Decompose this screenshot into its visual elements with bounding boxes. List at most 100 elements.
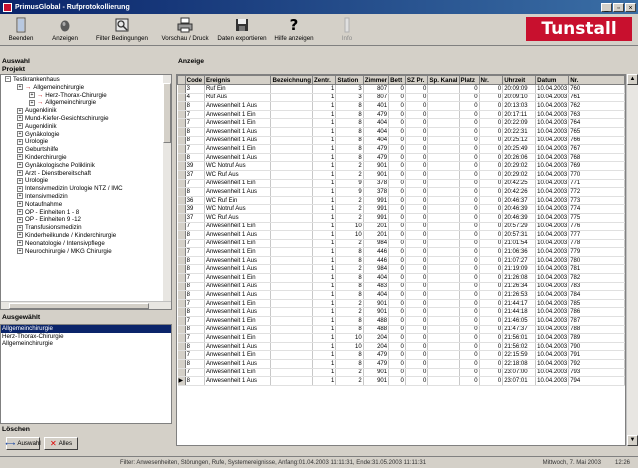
tree-item[interactable]: + Kinderheilkunde / Kinderchirurgie	[1, 232, 171, 240]
row-selector[interactable]	[177, 170, 186, 180]
row-selector[interactable]	[177, 179, 186, 189]
table-row[interactable]: 8 Anwesenheit 1 Aus 1 8 479 0 0 0 0 20:26:06 10.04…	[177, 153, 625, 163]
column-header[interactable]: Datum	[535, 75, 570, 85]
table-row[interactable]: 8 Anwesenheit 1 Aus 1 8 404 0 0 0 0 20:25:12 10.04…	[177, 136, 625, 146]
maximize-button[interactable]: ▫	[613, 2, 624, 12]
table-row[interactable]: 36 WC Ruf Ein 1 2 991 0 0 0 0 20:46:37 10.04.2003 7…	[177, 196, 625, 206]
table-row[interactable]: 7 Anwesenheit 1 Ein 1 2 901 0 0 0 0 23:07:00 10.04…	[177, 368, 625, 378]
column-header[interactable]: Ereignis	[203, 75, 272, 85]
selected-item[interactable]: Herz-Thorax-Chirurgie	[1, 333, 171, 341]
tree-item[interactable]: + Arzt - Dienstbereitschaft	[1, 170, 171, 178]
table-row[interactable]: 39 WC Notruf Aus 1 2 991 0 0 0 0 20:46:39 10.04.20…	[177, 204, 625, 214]
expand-icon[interactable]: +	[17, 224, 23, 231]
help-button[interactable]: ? Hilfe anzeigen	[270, 14, 318, 46]
row-selector[interactable]	[177, 213, 186, 223]
row-selector[interactable]	[177, 247, 186, 257]
table-vertical-scrollbar[interactable]: ▲ ▼	[626, 74, 638, 446]
tree-item[interactable]: + Gynäkologie	[1, 131, 171, 139]
tree-item[interactable]: + Transfusionsmedizin	[1, 224, 171, 232]
expand-icon[interactable]: +	[17, 146, 23, 153]
table-row[interactable]: 7 Anwesenheit 1 Ein 1 8 446 0 0 0 0 21:06:36 10.04…	[177, 247, 625, 257]
row-selector[interactable]	[177, 239, 186, 249]
expand-icon[interactable]: +	[17, 193, 23, 200]
selected-item[interactable]: Allgemeinchirurgie	[1, 325, 171, 333]
row-selector[interactable]	[177, 359, 186, 369]
scroll-down-icon[interactable]: ▼	[627, 435, 638, 446]
tree-item[interactable]: + Intensivmedizin	[1, 193, 171, 201]
table-row[interactable]: ▶ 8 Anwesenheit 1 Aus 1 2 901 0 0 0 0 23:07:01 10.0…	[177, 376, 625, 386]
row-selector[interactable]	[177, 110, 186, 120]
delete-all-button[interactable]: ✕ Alles	[44, 437, 78, 450]
row-selector[interactable]	[177, 144, 186, 154]
expand-icon[interactable]: +	[17, 162, 23, 169]
row-selector[interactable]	[177, 342, 186, 352]
expand-icon[interactable]: +	[17, 247, 23, 254]
column-header[interactable]: Sp. Kanal	[427, 75, 460, 85]
table-row[interactable]: 8 Anwesenheit 1 Aus 1 2 984 0 0 0 0 21:19:09 10.04…	[177, 264, 625, 275]
filter-button[interactable]: Filter Bedingungen	[88, 14, 156, 46]
row-selector[interactable]	[177, 316, 186, 326]
row-selector[interactable]	[177, 264, 186, 275]
expand-icon[interactable]: +	[17, 177, 23, 184]
column-header[interactable]: Uhrzeit	[502, 75, 537, 85]
table-row[interactable]: 7 Anwesenheit 1 Ein 1 10 201 0 0 0 0 20:57:29 10.0…	[177, 222, 625, 232]
exit-button[interactable]: Beenden	[0, 14, 42, 46]
tree-item[interactable]: + Gynäkologische Poliklinik	[1, 162, 171, 170]
expand-icon[interactable]: +	[17, 216, 23, 223]
selected-item[interactable]: Allgemeinchirurgie	[1, 340, 171, 348]
expand-icon[interactable]: +	[17, 240, 23, 247]
table-row[interactable]: 8 Anwesenheit 1 Aus 1 8 446 0 0 0 0 21:07:27 10.04…	[177, 256, 625, 266]
tree-item[interactable]: + → Allgemeinchirurgie	[1, 99, 171, 107]
view-button[interactable]: Anzeigen	[42, 14, 88, 46]
tree-item[interactable]: + Urologie	[1, 138, 171, 146]
scroll-up-icon[interactable]: ▲	[627, 74, 638, 85]
expand-icon[interactable]: +	[17, 201, 23, 208]
selected-list[interactable]: Allgemeinchirurgie Herz-Thorax-Chirurgie…	[0, 324, 172, 424]
info-button[interactable]: Info	[318, 14, 376, 46]
tree-item[interactable]: + → Allgemeinchirurgie	[1, 84, 171, 92]
tree-item[interactable]: + OP - Einheiten 1 - 8	[1, 209, 171, 217]
row-selector[interactable]	[177, 333, 186, 343]
row-selector[interactable]: ▶	[177, 376, 186, 386]
column-header[interactable]: Station	[335, 75, 364, 85]
tree-item[interactable]: + Kinderchirurgie	[1, 154, 171, 162]
table-row[interactable]: 4 Ruf Aus 1 3 807 0 0 0 0 20:09:10 10.04.2003 761	[177, 93, 625, 103]
table-row[interactable]: 7 Anwesenheit 1 Ein 1 8 479 0 0 0 0 20:25:49 10.04…	[177, 144, 625, 154]
expand-icon[interactable]: +	[17, 84, 23, 91]
expand-icon[interactable]: +	[17, 115, 23, 122]
table-row[interactable]: 8 Anwesenheit 1 Aus 1 8 483 0 0 0 0 21:26:34 10.04…	[177, 282, 625, 292]
table-row[interactable]: 7 Anwesenheit 1 Ein 1 2 984 0 0 0 0 21:01:54 10.04…	[177, 239, 625, 249]
table-row[interactable]: 8 Anwesenheit 1 Aus 1 8 401 0 0 0 0 20:13:03 10.04…	[177, 101, 625, 111]
row-selector[interactable]	[177, 84, 186, 94]
tree-item[interactable]: + Notaufnahme	[1, 201, 171, 209]
row-selector[interactable]	[177, 368, 186, 378]
table-row[interactable]: 7 Anwesenheit 1 Ein 1 10 204 0 0 0 0 21:56:01 10.0…	[177, 333, 625, 343]
tree-item[interactable]: + OP - Einheiten 9 -12	[1, 216, 171, 224]
row-selector[interactable]	[177, 118, 186, 128]
table-row[interactable]: 7 Anwesenheit 1 Ein 1 8 479 0 0 0 0 20:17:11 10.04…	[177, 110, 625, 120]
tree-horizontal-scrollbar[interactable]	[1, 301, 171, 309]
close-button[interactable]: ×	[625, 2, 636, 12]
table-row[interactable]: 7 Anwesenheit 1 Ein 1 8 479 0 0 0 0 22:15:59 10.04…	[177, 350, 625, 360]
row-selector[interactable]	[177, 153, 186, 163]
table-row[interactable]: 8 Anwesenheit 1 Aus 1 10 201 0 0 0 0 20:57:31 10.0…	[177, 230, 625, 240]
table-row[interactable]: 8 Anwesenheit 1 Aus 1 8 479 0 0 0 0 22:18:08 10.04…	[177, 359, 625, 369]
table-row[interactable]: 8 Anwesenheit 1 Aus 1 8 488 0 0 0 0 21:47:37 10.04…	[177, 325, 625, 335]
project-tree[interactable]: − Testkrankenhaus + → Allgemeinchirurgie + → He…	[0, 74, 172, 310]
row-selector[interactable]	[177, 204, 186, 214]
table-row[interactable]: 8 Anwesenheit 1 Aus 1 8 404 0 0 0 0 21:26:53 10.04…	[177, 290, 625, 300]
row-selector[interactable]	[177, 93, 186, 103]
tree-item[interactable]: + Intensivmedizin Urologie NTZ / IMC	[1, 185, 171, 193]
tree-item[interactable]: + Augenklinik	[1, 107, 171, 115]
column-header[interactable]: Nr.	[568, 75, 625, 85]
row-selector[interactable]	[177, 273, 186, 283]
row-selector[interactable]	[177, 350, 186, 360]
table-row[interactable]: 7 Anwesenheit 1 Ein 1 9 378 0 0 0 0 20:42:25 10.04…	[177, 179, 625, 189]
tree-item[interactable]: + → Herz-Thorax-Chirurgie	[1, 92, 171, 100]
expand-icon[interactable]: +	[17, 123, 23, 130]
column-header[interactable]: Platz	[458, 75, 480, 85]
expand-icon[interactable]: +	[29, 91, 35, 98]
table-row[interactable]: 7 Anwesenheit 1 Ein 1 8 404 0 0 0 0 20:22:09 10.04…	[177, 118, 625, 128]
expand-icon[interactable]: +	[17, 169, 23, 176]
expand-icon[interactable]: +	[17, 130, 23, 137]
